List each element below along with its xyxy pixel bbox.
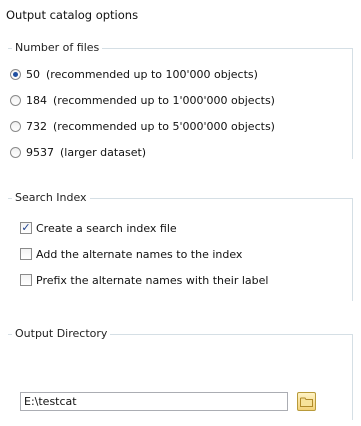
prefix-alternate-names-option[interactable]: Prefix the alternate names with their la… — [20, 272, 268, 288]
radio-button[interactable] — [10, 120, 21, 132]
add-alternate-names-checkbox[interactable] — [20, 248, 32, 260]
files-option-value: 50 — [26, 67, 40, 81]
files-option-note: (recommended up to 5'000'000 objects) — [53, 119, 275, 133]
files-option-value: 184 — [26, 93, 47, 107]
files-option-9537[interactable]: 9537 (larger dataset) — [10, 144, 146, 160]
create-index-checkbox[interactable]: ✓ — [20, 222, 32, 234]
prefix-alternate-names-checkbox[interactable] — [20, 274, 32, 286]
radio-button[interactable] — [10, 94, 21, 106]
files-option-note: (recommended up to 1'000'000 objects) — [53, 93, 275, 107]
files-option-732[interactable]: 732 (recommended up to 5'000'000 objects… — [10, 118, 275, 134]
folder-icon — [300, 397, 313, 407]
checkbox-label: Prefix the alternate names with their la… — [36, 273, 269, 287]
number-of-files-legend: Number of files — [12, 41, 103, 54]
files-option-note: (larger dataset) — [60, 145, 147, 159]
checkbox-label: Create a search index file — [36, 221, 177, 235]
browse-folder-button[interactable] — [297, 392, 316, 411]
files-option-value: 9537 — [26, 145, 54, 159]
dialog-title: Output catalog options — [6, 8, 139, 22]
output-directory-legend: Output Directory — [12, 327, 111, 340]
output-directory-input[interactable] — [20, 392, 288, 411]
checkbox-label: Add the alternate names to the index — [36, 247, 243, 261]
radio-button[interactable] — [10, 68, 21, 80]
search-index-legend: Search Index — [12, 191, 90, 204]
files-option-note: (recommended up to 100'000 objects) — [46, 67, 258, 81]
files-option-184[interactable]: 184 (recommended up to 1'000'000 objects… — [10, 92, 275, 108]
add-alternate-names-option[interactable]: Add the alternate names to the index — [20, 246, 242, 262]
radio-button[interactable] — [10, 146, 21, 158]
create-index-option[interactable]: ✓ Create a search index file — [20, 220, 177, 236]
files-option-50[interactable]: 50 (recommended up to 100'000 objects) — [10, 66, 258, 82]
files-option-value: 732 — [26, 119, 47, 133]
